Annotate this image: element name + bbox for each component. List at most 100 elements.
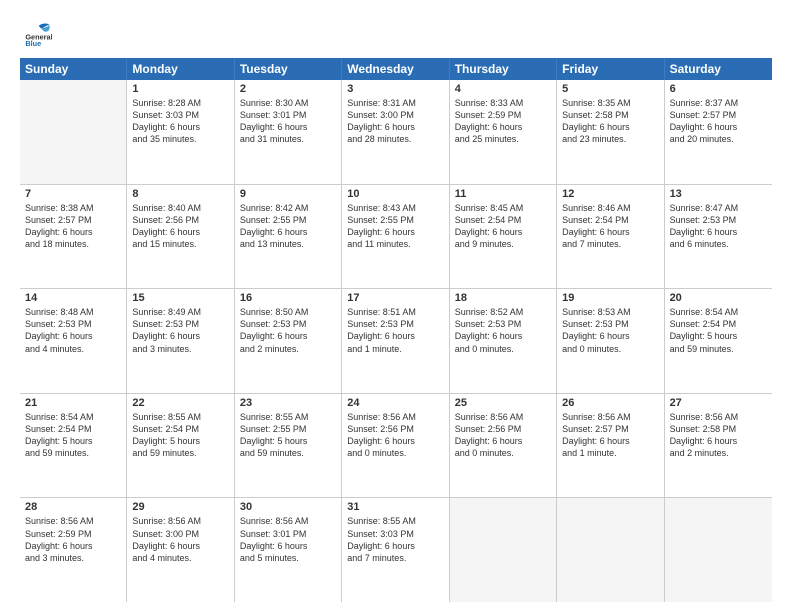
cell-info: Sunset: 2:54 PM <box>670 318 767 330</box>
cell-info: Daylight: 6 hours <box>132 330 228 342</box>
weekday-header: Monday <box>127 58 234 80</box>
calendar-cell: 15Sunrise: 8:49 AMSunset: 2:53 PMDayligh… <box>127 289 234 393</box>
cell-info: and 5 minutes. <box>240 552 336 564</box>
cell-info: Daylight: 5 hours <box>240 435 336 447</box>
cell-info: Sunset: 2:56 PM <box>347 423 443 435</box>
day-number: 8 <box>132 188 228 200</box>
cell-info: Daylight: 6 hours <box>455 121 551 133</box>
cell-info: Sunset: 3:03 PM <box>347 528 443 540</box>
calendar-cell: 13Sunrise: 8:47 AMSunset: 2:53 PMDayligh… <box>665 185 772 289</box>
cell-info: Daylight: 6 hours <box>455 226 551 238</box>
cell-info: Sunrise: 8:54 AM <box>670 306 767 318</box>
day-number: 16 <box>240 292 336 304</box>
cell-info: Sunrise: 8:33 AM <box>455 97 551 109</box>
day-number: 25 <box>455 397 551 409</box>
calendar-cell: 30Sunrise: 8:56 AMSunset: 3:01 PMDayligh… <box>235 498 342 602</box>
cell-info: Sunrise: 8:40 AM <box>132 202 228 214</box>
cell-info: and 15 minutes. <box>132 238 228 250</box>
calendar-cell <box>20 80 127 184</box>
calendar-cell: 2Sunrise: 8:30 AMSunset: 3:01 PMDaylight… <box>235 80 342 184</box>
cell-info: Daylight: 5 hours <box>25 435 121 447</box>
cell-info: and 1 minute. <box>347 343 443 355</box>
cell-info: Sunrise: 8:56 AM <box>670 411 767 423</box>
cell-info: Sunset: 2:57 PM <box>25 214 121 226</box>
cell-info: Sunset: 2:59 PM <box>455 109 551 121</box>
calendar-cell: 1Sunrise: 8:28 AMSunset: 3:03 PMDaylight… <box>127 80 234 184</box>
day-number: 2 <box>240 83 336 95</box>
cell-info: Sunrise: 8:43 AM <box>347 202 443 214</box>
day-number: 15 <box>132 292 228 304</box>
cell-info: and 59 minutes. <box>25 447 121 459</box>
day-number: 11 <box>455 188 551 200</box>
cell-info: and 4 minutes. <box>132 552 228 564</box>
cell-info: Sunset: 2:57 PM <box>562 423 658 435</box>
calendar-cell: 3Sunrise: 8:31 AMSunset: 3:00 PMDaylight… <box>342 80 449 184</box>
day-number: 23 <box>240 397 336 409</box>
cell-info: Daylight: 6 hours <box>455 330 551 342</box>
cell-info: Sunrise: 8:55 AM <box>347 515 443 527</box>
cell-info: Daylight: 6 hours <box>347 226 443 238</box>
calendar-cell: 9Sunrise: 8:42 AMSunset: 2:55 PMDaylight… <box>235 185 342 289</box>
day-number: 26 <box>562 397 658 409</box>
cell-info: and 3 minutes. <box>25 552 121 564</box>
cell-info: Sunrise: 8:53 AM <box>562 306 658 318</box>
calendar-cell: 12Sunrise: 8:46 AMSunset: 2:54 PMDayligh… <box>557 185 664 289</box>
cell-info: Sunset: 3:01 PM <box>240 528 336 540</box>
cell-info: Daylight: 5 hours <box>670 330 767 342</box>
cell-info: Sunset: 2:53 PM <box>562 318 658 330</box>
calendar-cell: 10Sunrise: 8:43 AMSunset: 2:55 PMDayligh… <box>342 185 449 289</box>
cell-info: Sunrise: 8:49 AM <box>132 306 228 318</box>
cell-info: and 28 minutes. <box>347 133 443 145</box>
calendar-cell: 14Sunrise: 8:48 AMSunset: 2:53 PMDayligh… <box>20 289 127 393</box>
calendar-cell: 8Sunrise: 8:40 AMSunset: 2:56 PMDaylight… <box>127 185 234 289</box>
cell-info: Sunrise: 8:56 AM <box>347 411 443 423</box>
cell-info: Sunset: 2:53 PM <box>455 318 551 330</box>
cell-info: and 4 minutes. <box>25 343 121 355</box>
day-number: 9 <box>240 188 336 200</box>
cell-info: Daylight: 6 hours <box>25 540 121 552</box>
cell-info: Sunset: 2:53 PM <box>347 318 443 330</box>
cell-info: Daylight: 6 hours <box>562 121 658 133</box>
day-number: 22 <box>132 397 228 409</box>
header: General Blue <box>20 18 772 50</box>
cell-info: Daylight: 6 hours <box>240 121 336 133</box>
cell-info: Daylight: 6 hours <box>562 435 658 447</box>
cell-info: Sunrise: 8:38 AM <box>25 202 121 214</box>
cell-info: Sunrise: 8:55 AM <box>240 411 336 423</box>
calendar-cell: 22Sunrise: 8:55 AMSunset: 2:54 PMDayligh… <box>127 394 234 498</box>
day-number: 19 <box>562 292 658 304</box>
day-number: 4 <box>455 83 551 95</box>
day-number: 21 <box>25 397 121 409</box>
cell-info: Daylight: 6 hours <box>347 121 443 133</box>
calendar-cell: 18Sunrise: 8:52 AMSunset: 2:53 PMDayligh… <box>450 289 557 393</box>
calendar-cell: 28 Sunrise: 8:56 AMSunset: 2:59 PMDayligh… <box>20 498 127 602</box>
day-number: 28 <box>25 501 121 513</box>
cell-info: Sunset: 2:54 PM <box>455 214 551 226</box>
cell-info: Sunset: 2:53 PM <box>670 214 767 226</box>
cell-info: Sunset: 3:00 PM <box>132 528 228 540</box>
cell-info: Daylight: 6 hours <box>347 330 443 342</box>
cell-info: and 2 minutes. <box>240 343 336 355</box>
cell-info: Sunrise: 8:56 AM <box>562 411 658 423</box>
calendar-cell <box>665 498 772 602</box>
cell-info: Sunrise: 8:37 AM <box>670 97 767 109</box>
cell-info: Sunset: 2:53 PM <box>240 318 336 330</box>
cell-info: and 0 minutes. <box>562 343 658 355</box>
calendar-cell: 20Sunrise: 8:54 AMSunset: 2:54 PMDayligh… <box>665 289 772 393</box>
general-blue-logo-icon: General Blue <box>20 18 52 50</box>
day-number: 17 <box>347 292 443 304</box>
cell-info: Sunset: 3:00 PM <box>347 109 443 121</box>
cell-info: Sunset: 2:58 PM <box>562 109 658 121</box>
weekday-header: Wednesday <box>342 58 449 80</box>
cell-info: Sunrise: 8:48 AM <box>25 306 121 318</box>
calendar-week-3: 14Sunrise: 8:48 AMSunset: 2:53 PMDayligh… <box>20 289 772 394</box>
calendar-cell: 19Sunrise: 8:53 AMSunset: 2:53 PMDayligh… <box>557 289 664 393</box>
cell-info: Sunset: 3:01 PM <box>240 109 336 121</box>
calendar-cell <box>557 498 664 602</box>
cell-info: Daylight: 6 hours <box>240 540 336 552</box>
cell-info: Sunrise: 8:56 AM <box>25 515 121 527</box>
weekday-header: Tuesday <box>235 58 342 80</box>
cell-info: Sunset: 2:59 PM <box>25 528 121 540</box>
weekday-header: Friday <box>557 58 664 80</box>
cell-info: Sunset: 2:55 PM <box>240 214 336 226</box>
